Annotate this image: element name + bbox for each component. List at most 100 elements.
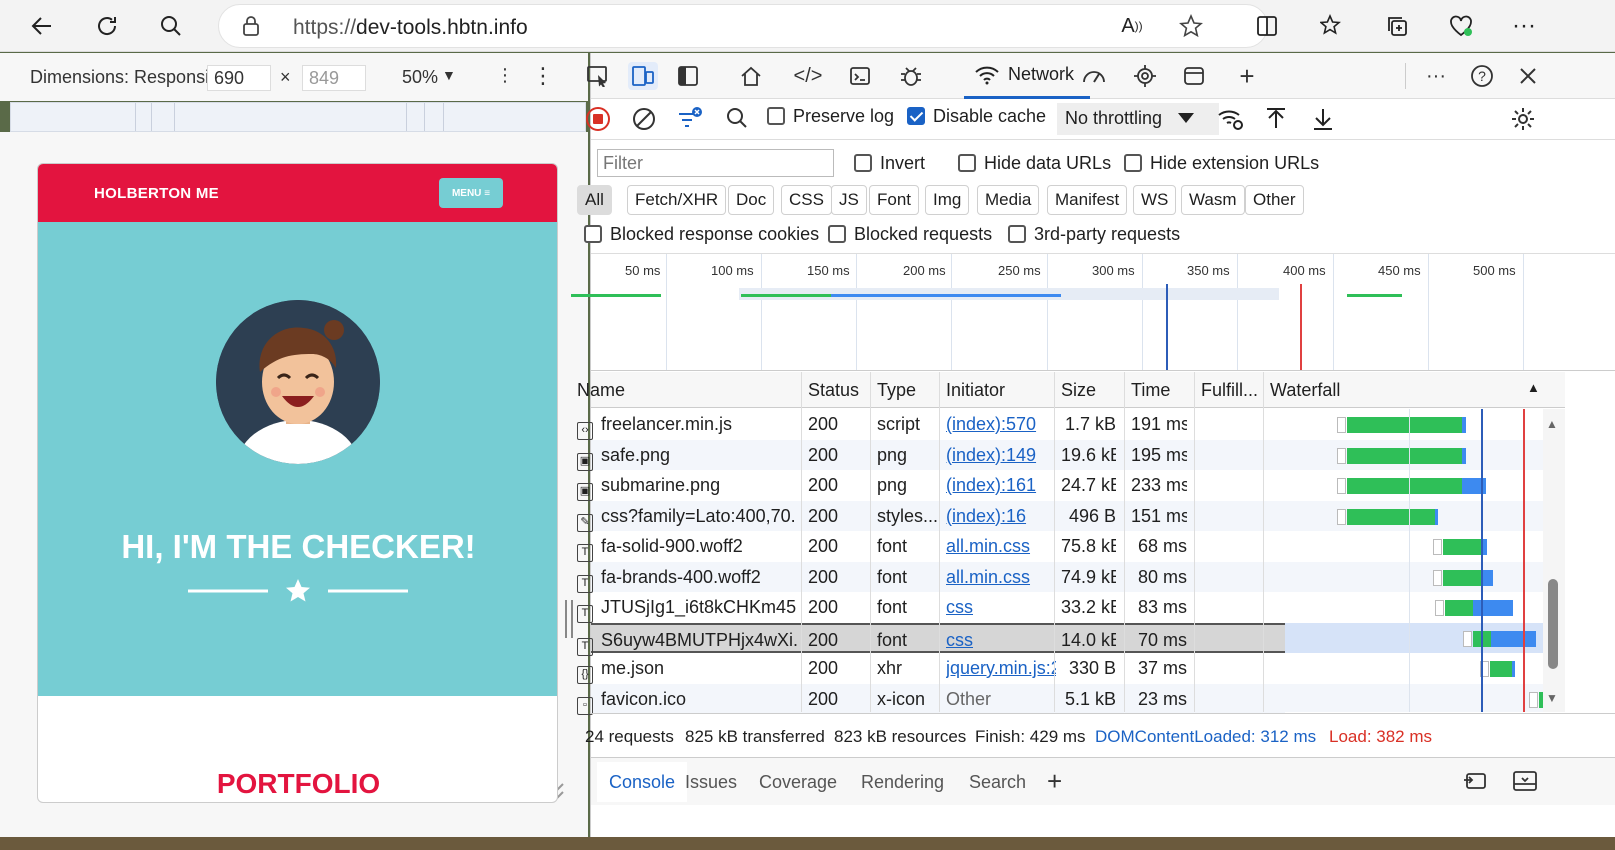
type-filter-css[interactable]: CSS <box>781 185 832 215</box>
column-size[interactable]: Size <box>1061 380 1096 401</box>
scroll-up-icon[interactable]: ▲ <box>1546 417 1558 431</box>
application-icon[interactable] <box>1179 62 1209 90</box>
table-scrollbar[interactable]: ▲ ▼ <box>1543 409 1565 712</box>
invert-checkbox[interactable]: Invert <box>854 153 925 174</box>
zoom-dropdown-icon[interactable]: ▼ <box>442 67 456 83</box>
table-row[interactable]: ▫ favicon.ico 200 x-icon Other 5.1 kB 23 ms <box>577 683 1285 715</box>
blocked-requests-checkbox[interactable]: Blocked requests <box>828 224 992 245</box>
table-row[interactable]: ▣ submarine.png 200 png (index):161 24.7 kB 23… <box>577 470 1285 501</box>
lock-icon[interactable] <box>233 8 269 44</box>
browser-essentials-icon[interactable] <box>1443 8 1479 44</box>
back-arrow-icon[interactable] <box>24 8 60 44</box>
cell-initiator[interactable]: (index):570 <box>946 414 1056 435</box>
column-name[interactable]: Name <box>577 380 625 401</box>
favorites-icon[interactable] <box>1314 8 1350 44</box>
cell-initiator[interactable]: css <box>946 630 1056 651</box>
zoom-select[interactable]: 50% <box>402 67 438 88</box>
type-filter-fetch-xhr[interactable]: Fetch/XHR <box>627 185 727 215</box>
resize-handle[interactable] <box>565 600 573 638</box>
record-stop-icon[interactable] <box>585 106 611 137</box>
network-conditions-icon[interactable] <box>1217 106 1245 137</box>
table-row[interactable]: Tfa-solid-900.woff2 200 font all.min.css 75.… <box>577 531 1285 562</box>
column-initiator[interactable]: Initiator <box>946 380 1005 401</box>
sources-bug-icon[interactable] <box>896 62 926 90</box>
drawer-tab-search[interactable]: Search <box>969 772 1026 793</box>
refresh-icon[interactable] <box>89 8 125 44</box>
close-devtools-icon[interactable] <box>1513 62 1543 90</box>
more-tools-icon[interactable]: ··· <box>1421 62 1451 90</box>
type-filter-all[interactable]: All <box>577 185 612 215</box>
drawer-tab-issues[interactable]: Issues <box>685 772 737 793</box>
elements-icon[interactable]: </> <box>793 62 823 90</box>
table-row[interactable]: ‹› freelancer.min.js 200 script (index):570 1… <box>577 409 1285 440</box>
network-overview-timeline[interactable]: 50 ms 100 ms 150 ms 200 ms 250 ms 300 ms… <box>571 253 1615 371</box>
width-input[interactable]: 690 <box>207 65 271 91</box>
clear-log-icon[interactable] <box>631 106 657 137</box>
add-drawer-tab-icon[interactable]: + <box>1047 766 1062 797</box>
device-toolbar-toggle-icon[interactable] <box>628 62 658 90</box>
filter-toggle-icon[interactable] <box>676 106 704 137</box>
import-har-icon[interactable] <box>1264 106 1288 137</box>
cell-initiator[interactable]: (index):16 <box>946 506 1056 527</box>
url-text[interactable]: https://dev-tools.hbtn.info <box>293 16 528 40</box>
console-tab-icon[interactable] <box>845 62 875 90</box>
drawer-tab-console[interactable]: Console <box>597 762 687 802</box>
network-settings-gear-icon[interactable] <box>1510 106 1536 137</box>
site-brand[interactable]: HOLBERTON ME <box>94 185 219 202</box>
table-row[interactable]: ✎ css?family=Lato:400,70... 200 styles... (i… <box>577 500 1285 532</box>
drawer-tab-coverage[interactable]: Coverage <box>759 772 837 793</box>
device-more-icon[interactable]: ⋮ <box>532 63 554 89</box>
cell-initiator[interactable]: (index):149 <box>946 445 1056 466</box>
preserve-log-checkbox[interactable]: Preserve log <box>767 106 894 127</box>
dimensions-label[interactable]: Dimensions: Responsi <box>30 67 209 88</box>
drawer-tab-rendering[interactable]: Rendering <box>861 772 944 793</box>
sort-ascending-icon[interactable]: ▲ <box>1527 380 1540 395</box>
memory-chip-icon[interactable] <box>1130 62 1160 90</box>
blocked-response-cookies-checkbox[interactable]: Blocked response cookies <box>584 224 819 245</box>
cell-initiator[interactable]: css <box>946 597 1056 618</box>
welcome-home-icon[interactable] <box>736 62 766 90</box>
media-query-ruler[interactable] <box>10 102 586 132</box>
add-tool-icon[interactable]: + <box>1232 61 1262 91</box>
type-filter-img[interactable]: Img <box>925 185 970 215</box>
split-screen-icon[interactable] <box>1249 8 1285 44</box>
dock-side-icon[interactable] <box>673 62 703 90</box>
disable-cache-checkbox[interactable]: Disable cache <box>907 106 1046 127</box>
undock-drawer-icon[interactable] <box>1463 770 1489 797</box>
scroll-down-icon[interactable]: ▼ <box>1546 691 1558 705</box>
column-waterfall[interactable]: Waterfall <box>1270 380 1340 401</box>
throttle-dropdown-icon[interactable] <box>1177 109 1195 130</box>
cell-initiator[interactable]: Other <box>946 689 1056 710</box>
favorite-star-icon[interactable] <box>1173 8 1209 44</box>
scrollbar-thumb[interactable] <box>1548 579 1558 669</box>
close-drawer-icon[interactable] <box>1512 770 1538 797</box>
inspect-element-icon[interactable] <box>583 62 613 90</box>
type-filter-js[interactable]: JS <box>831 185 867 215</box>
table-row[interactable]: Tfa-brands-400.woff2 200 font all.min.css 74… <box>577 561 1285 593</box>
search-network-icon[interactable] <box>725 106 749 135</box>
column-status[interactable]: Status <box>808 380 859 401</box>
type-filter-ws[interactable]: WS <box>1133 185 1177 215</box>
type-filter-manifest[interactable]: Manifest <box>1047 185 1128 215</box>
cell-initiator[interactable]: jquery.min.js:2 <box>946 658 1056 679</box>
filter-input[interactable]: Filter <box>597 149 834 177</box>
more-options-icon[interactable]: ··· <box>1506 8 1542 44</box>
cell-initiator[interactable]: all.min.css <box>946 536 1056 557</box>
hide-data-urls-checkbox[interactable]: Hide data URLs <box>958 153 1111 174</box>
column-time[interactable]: Time <box>1131 380 1170 401</box>
help-icon[interactable]: ? <box>1467 62 1497 90</box>
performance-icon[interactable] <box>1079 62 1109 90</box>
table-row[interactable]: T S6uyw4BMUTPHjx4wXi... 200 font css 14.0 kB 7… <box>577 622 1285 656</box>
height-input[interactable]: 849 <box>302 65 366 91</box>
device-mode-icon[interactable]: ⋮ <box>496 65 514 86</box>
export-har-icon[interactable] <box>1311 106 1335 137</box>
search-icon[interactable] <box>153 8 189 44</box>
type-filter-media[interactable]: Media <box>977 185 1040 215</box>
column-type[interactable]: Type <box>877 380 916 401</box>
cell-initiator[interactable]: all.min.css <box>946 567 1056 588</box>
hide-extension-urls-checkbox[interactable]: Hide extension URLs <box>1124 153 1319 174</box>
address-bar[interactable]: https://dev-tools.hbtn.info A)) <box>218 4 1268 48</box>
cell-initiator[interactable]: (index):161 <box>946 475 1056 496</box>
type-filter-other[interactable]: Other <box>1245 185 1304 215</box>
collections-icon[interactable] <box>1379 8 1415 44</box>
